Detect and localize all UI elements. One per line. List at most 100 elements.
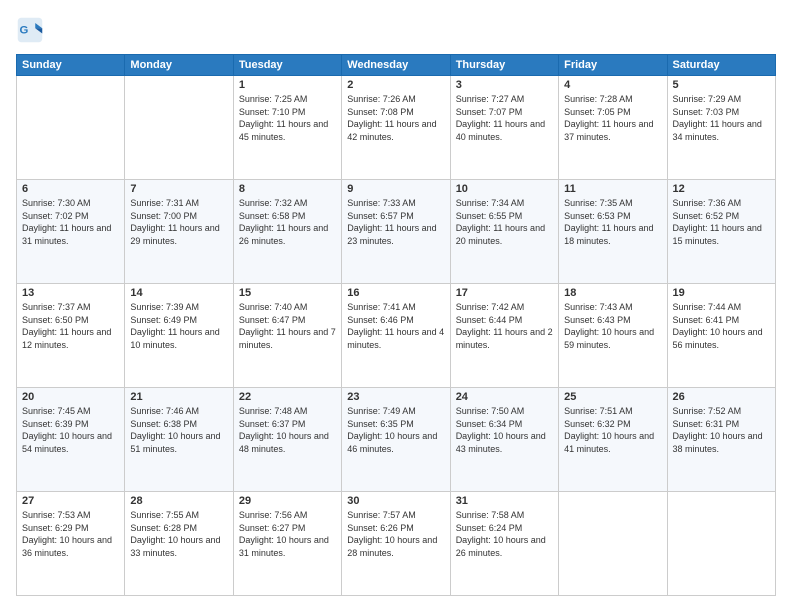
calendar-cell: 15 Sunrise: 7:40 AM Sunset: 6:47 PM Dayli… bbox=[233, 284, 341, 388]
calendar-cell bbox=[17, 76, 125, 180]
calendar-header-friday: Friday bbox=[559, 55, 667, 76]
day-number: 16 bbox=[347, 287, 444, 299]
calendar-body: 1 Sunrise: 7:25 AM Sunset: 7:10 PM Daylig… bbox=[17, 76, 776, 596]
calendar-cell: 1 Sunrise: 7:25 AM Sunset: 7:10 PM Daylig… bbox=[233, 76, 341, 180]
calendar-cell: 27Sunrise: 7:53 AM Sunset: 6:29 PM Dayli… bbox=[17, 492, 125, 596]
day-info: Sunrise: 7:50 AM Sunset: 6:34 PM Dayligh… bbox=[456, 405, 553, 455]
day-number: 20 bbox=[22, 391, 119, 403]
day-number: 2 bbox=[347, 79, 444, 91]
day-info: Sunrise: 7:36 AM Sunset: 6:52 PM Dayligh… bbox=[673, 197, 770, 247]
day-number: 19 bbox=[673, 287, 770, 299]
day-info: Sunrise: 7:55 AM Sunset: 6:28 PM Dayligh… bbox=[130, 509, 227, 559]
calendar-week-4: 20 Sunrise: 7:45 AM Sunset: 6:39 PM Dayli… bbox=[17, 388, 776, 492]
calendar-cell: 18Sunrise: 7:43 AM Sunset: 6:43 PM Dayli… bbox=[559, 284, 667, 388]
day-number: 28 bbox=[130, 495, 227, 507]
day-number: 1 bbox=[239, 79, 336, 91]
day-info: Sunrise: 7:41 AM Sunset: 6:46 PM Dayligh… bbox=[347, 301, 444, 351]
calendar-cell: 22Sunrise: 7:48 AM Sunset: 6:37 PM Dayli… bbox=[233, 388, 341, 492]
day-number: 5 bbox=[673, 79, 770, 91]
day-info: Sunrise: 7:40 AM Sunset: 6:47 PM Dayligh… bbox=[239, 301, 336, 351]
header: G bbox=[16, 16, 776, 44]
calendar-cell bbox=[559, 492, 667, 596]
calendar-cell: 11Sunrise: 7:35 AM Sunset: 6:53 PM Dayli… bbox=[559, 180, 667, 284]
calendar-week-2: 6 Sunrise: 7:30 AM Sunset: 7:02 PM Daylig… bbox=[17, 180, 776, 284]
day-number: 6 bbox=[22, 183, 119, 195]
day-number: 26 bbox=[673, 391, 770, 403]
day-number: 11 bbox=[564, 183, 661, 195]
calendar-cell: 6 Sunrise: 7:30 AM Sunset: 7:02 PM Daylig… bbox=[17, 180, 125, 284]
day-number: 14 bbox=[130, 287, 227, 299]
day-number: 13 bbox=[22, 287, 119, 299]
calendar-cell: 20 Sunrise: 7:45 AM Sunset: 6:39 PM Dayli… bbox=[17, 388, 125, 492]
day-info: Sunrise: 7:43 AM Sunset: 6:43 PM Dayligh… bbox=[564, 301, 661, 351]
day-info: Sunrise: 7:49 AM Sunset: 6:35 PM Dayligh… bbox=[347, 405, 444, 455]
day-number: 25 bbox=[564, 391, 661, 403]
calendar-cell: 3 Sunrise: 7:27 AM Sunset: 7:07 PM Daylig… bbox=[450, 76, 558, 180]
calendar-cell: 28 Sunrise: 7:55 AM Sunset: 6:28 PM Dayli… bbox=[125, 492, 233, 596]
day-number: 7 bbox=[130, 183, 227, 195]
calendar-header-monday: Monday bbox=[125, 55, 233, 76]
calendar-cell: 7 Sunrise: 7:31 AM Sunset: 7:00 PM Daylig… bbox=[125, 180, 233, 284]
day-info: Sunrise: 7:51 AM Sunset: 6:32 PM Dayligh… bbox=[564, 405, 661, 455]
logo: G bbox=[16, 16, 48, 44]
svg-text:G: G bbox=[20, 25, 29, 37]
calendar-cell: 24Sunrise: 7:50 AM Sunset: 6:34 PM Dayli… bbox=[450, 388, 558, 492]
day-info: Sunrise: 7:29 AM Sunset: 7:03 PM Dayligh… bbox=[673, 93, 770, 143]
calendar-header-saturday: Saturday bbox=[667, 55, 775, 76]
calendar-header-row: SundayMondayTuesdayWednesdayThursdayFrid… bbox=[17, 55, 776, 76]
calendar-cell: 10 Sunrise: 7:34 AM Sunset: 6:55 PM Dayli… bbox=[450, 180, 558, 284]
day-info: Sunrise: 7:45 AM Sunset: 6:39 PM Dayligh… bbox=[22, 405, 119, 455]
calendar-cell: 29 Sunrise: 7:56 AM Sunset: 6:27 PM Dayli… bbox=[233, 492, 341, 596]
calendar-header-thursday: Thursday bbox=[450, 55, 558, 76]
day-info: Sunrise: 7:31 AM Sunset: 7:00 PM Dayligh… bbox=[130, 197, 227, 247]
calendar-cell bbox=[125, 76, 233, 180]
day-number: 10 bbox=[456, 183, 553, 195]
page: G SundayMondayTuesdayWednesdayThursdayFr… bbox=[0, 0, 792, 612]
day-info: Sunrise: 7:25 AM Sunset: 7:10 PM Dayligh… bbox=[239, 93, 336, 143]
calendar-cell: 31 Sunrise: 7:58 AM Sunset: 6:24 PM Dayli… bbox=[450, 492, 558, 596]
day-number: 29 bbox=[239, 495, 336, 507]
day-number: 31 bbox=[456, 495, 553, 507]
calendar-cell: 14 Sunrise: 7:39 AM Sunset: 6:49 PM Dayli… bbox=[125, 284, 233, 388]
calendar-cell: 30Sunrise: 7:57 AM Sunset: 6:26 PM Dayli… bbox=[342, 492, 450, 596]
calendar-cell: 25 Sunrise: 7:51 AM Sunset: 6:32 PM Dayli… bbox=[559, 388, 667, 492]
day-number: 17 bbox=[456, 287, 553, 299]
calendar-cell: 5 Sunrise: 7:29 AM Sunset: 7:03 PM Daylig… bbox=[667, 76, 775, 180]
calendar-cell: 16 Sunrise: 7:41 AM Sunset: 6:46 PM Dayli… bbox=[342, 284, 450, 388]
calendar-cell: 8 Sunrise: 7:32 AM Sunset: 6:58 PM Daylig… bbox=[233, 180, 341, 284]
day-number: 3 bbox=[456, 79, 553, 91]
calendar-cell: 12 Sunrise: 7:36 AM Sunset: 6:52 PM Dayli… bbox=[667, 180, 775, 284]
calendar-cell: 9 Sunrise: 7:33 AM Sunset: 6:57 PM Daylig… bbox=[342, 180, 450, 284]
day-number: 21 bbox=[130, 391, 227, 403]
calendar-week-3: 13 Sunrise: 7:37 AM Sunset: 6:50 PM Dayli… bbox=[17, 284, 776, 388]
day-number: 27 bbox=[22, 495, 119, 507]
day-info: Sunrise: 7:58 AM Sunset: 6:24 PM Dayligh… bbox=[456, 509, 553, 559]
day-info: Sunrise: 7:34 AM Sunset: 6:55 PM Dayligh… bbox=[456, 197, 553, 247]
day-info: Sunrise: 7:30 AM Sunset: 7:02 PM Dayligh… bbox=[22, 197, 119, 247]
calendar-cell: 23 Sunrise: 7:49 AM Sunset: 6:35 PM Dayli… bbox=[342, 388, 450, 492]
day-info: Sunrise: 7:44 AM Sunset: 6:41 PM Dayligh… bbox=[673, 301, 770, 351]
day-number: 8 bbox=[239, 183, 336, 195]
day-info: Sunrise: 7:33 AM Sunset: 6:57 PM Dayligh… bbox=[347, 197, 444, 247]
calendar-cell: 21Sunrise: 7:46 AM Sunset: 6:38 PM Dayli… bbox=[125, 388, 233, 492]
calendar-cell: 13 Sunrise: 7:37 AM Sunset: 6:50 PM Dayli… bbox=[17, 284, 125, 388]
day-info: Sunrise: 7:52 AM Sunset: 6:31 PM Dayligh… bbox=[673, 405, 770, 455]
day-info: Sunrise: 7:37 AM Sunset: 6:50 PM Dayligh… bbox=[22, 301, 119, 351]
calendar-cell: 4 Sunrise: 7:28 AM Sunset: 7:05 PM Daylig… bbox=[559, 76, 667, 180]
day-info: Sunrise: 7:27 AM Sunset: 7:07 PM Dayligh… bbox=[456, 93, 553, 143]
logo-icon: G bbox=[16, 16, 44, 44]
calendar-header-sunday: Sunday bbox=[17, 55, 125, 76]
day-info: Sunrise: 7:28 AM Sunset: 7:05 PM Dayligh… bbox=[564, 93, 661, 143]
day-info: Sunrise: 7:56 AM Sunset: 6:27 PM Dayligh… bbox=[239, 509, 336, 559]
day-info: Sunrise: 7:39 AM Sunset: 6:49 PM Dayligh… bbox=[130, 301, 227, 351]
calendar-week-1: 1 Sunrise: 7:25 AM Sunset: 7:10 PM Daylig… bbox=[17, 76, 776, 180]
calendar-header-tuesday: Tuesday bbox=[233, 55, 341, 76]
day-number: 12 bbox=[673, 183, 770, 195]
day-number: 4 bbox=[564, 79, 661, 91]
calendar-week-5: 27Sunrise: 7:53 AM Sunset: 6:29 PM Dayli… bbox=[17, 492, 776, 596]
day-number: 23 bbox=[347, 391, 444, 403]
day-info: Sunrise: 7:26 AM Sunset: 7:08 PM Dayligh… bbox=[347, 93, 444, 143]
day-number: 15 bbox=[239, 287, 336, 299]
day-info: Sunrise: 7:32 AM Sunset: 6:58 PM Dayligh… bbox=[239, 197, 336, 247]
day-number: 9 bbox=[347, 183, 444, 195]
